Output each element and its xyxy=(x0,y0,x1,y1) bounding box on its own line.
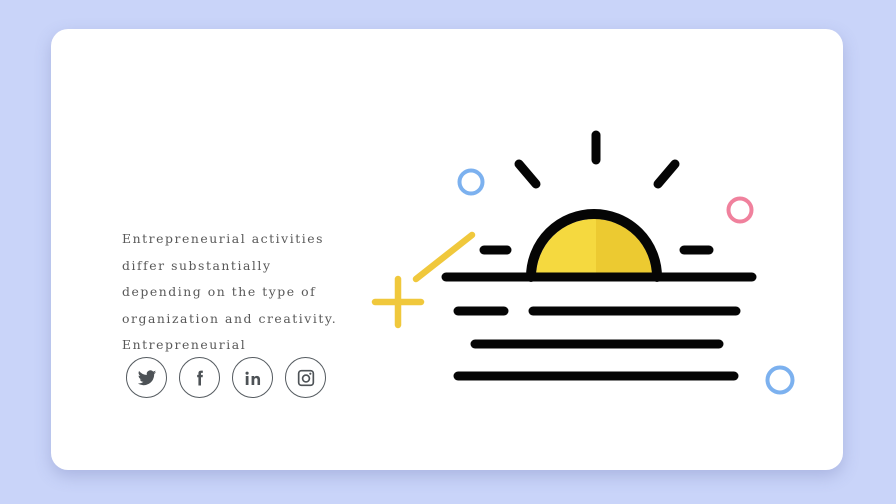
copy-line-4: organization and creativity. xyxy=(122,310,338,326)
body-copy: Entrepreneurial activities differ substa… xyxy=(122,226,412,359)
copy-line-1: Entrepreneurial activities xyxy=(122,231,325,246)
social-link-facebook[interactable] xyxy=(179,357,220,398)
social-links xyxy=(126,357,326,398)
copy-line-2: differ substantially xyxy=(122,257,272,273)
social-link-twitter[interactable] xyxy=(126,357,167,398)
slide-canvas: Entrepreneurial activities differ substa… xyxy=(0,0,896,504)
facebook-icon xyxy=(196,370,203,385)
copy-line-5: Entrepreneurial xyxy=(122,337,247,353)
copy-line-3: depending on the type of xyxy=(122,284,317,300)
linkedin-icon xyxy=(245,371,260,385)
social-link-linkedin[interactable] xyxy=(232,357,273,398)
instagram-icon xyxy=(297,369,314,386)
twitter-icon xyxy=(137,369,156,385)
social-link-instagram[interactable] xyxy=(285,357,326,398)
